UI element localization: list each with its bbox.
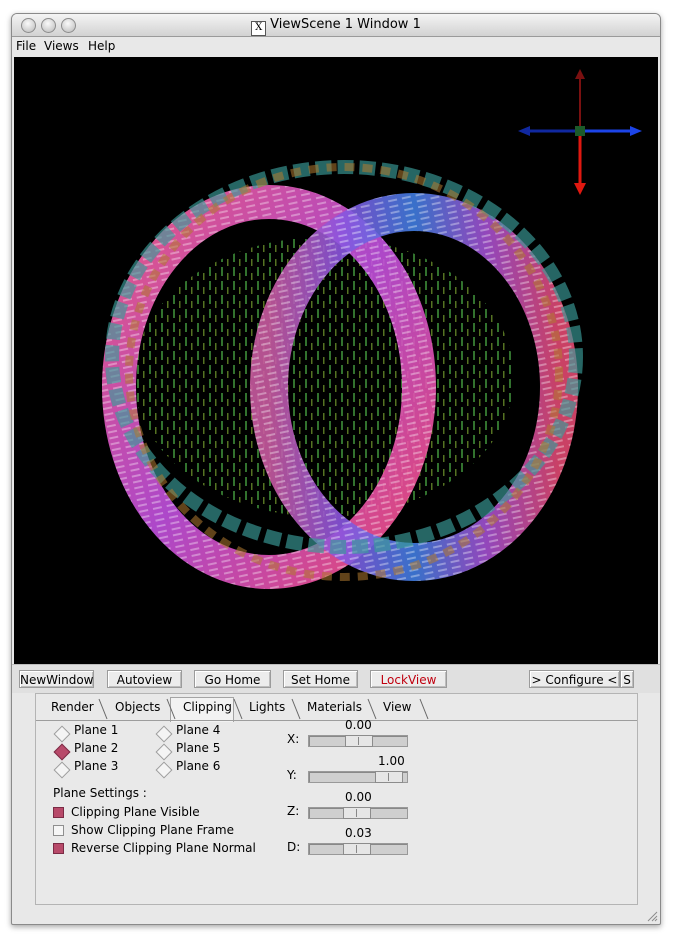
window-title: ViewScene 1 Window 1 xyxy=(270,17,421,32)
reverse-clipping-plane-normal-checkbox[interactable] xyxy=(53,843,64,854)
x11-icon: X xyxy=(251,21,267,36)
plane-2-label: Plane 2 xyxy=(74,741,119,755)
tab-separator xyxy=(291,698,301,720)
autoview-button[interactable]: Autoview xyxy=(107,670,182,688)
settings-panel: Render Objects Clipping Lights Materials… xyxy=(35,693,638,905)
x-slider-value: 0.00 xyxy=(345,718,372,732)
plane-4-label: Plane 4 xyxy=(176,723,221,737)
plane-6-radio[interactable] xyxy=(155,761,173,779)
tab-separator xyxy=(419,698,429,720)
title-bar[interactable]: X ViewScene 1 Window 1 xyxy=(12,14,660,37)
tab-clipping[interactable]: Clipping xyxy=(183,700,232,714)
s-button[interactable]: S xyxy=(620,670,634,688)
tab-materials[interactable]: Materials xyxy=(307,700,362,714)
set-home-button[interactable]: Set Home xyxy=(283,670,358,688)
tab-render[interactable]: Render xyxy=(51,700,94,714)
show-clipping-plane-frame-label: Show Clipping Plane Frame xyxy=(71,823,234,837)
x-slider-label: X: xyxy=(287,732,300,746)
tab-separator xyxy=(367,698,377,720)
z-slider-value: 0.00 xyxy=(345,790,372,804)
z-slider[interactable] xyxy=(308,807,408,819)
plane-1-label: Plane 1 xyxy=(74,723,119,737)
tab-view[interactable]: View xyxy=(383,700,411,714)
clipping-plane-visible-label: Clipping Plane Visible xyxy=(71,805,200,819)
menu-views[interactable]: Views xyxy=(44,39,79,53)
plane-5-radio[interactable] xyxy=(155,743,173,761)
menu-help[interactable]: Help xyxy=(88,39,115,53)
plane-5-label: Plane 5 xyxy=(176,741,221,755)
viewscene-window: X ViewScene 1 Window 1 File Views Help N… xyxy=(11,13,661,925)
show-clipping-plane-frame-checkbox[interactable] xyxy=(53,825,64,836)
d-slider-label: D: xyxy=(287,840,301,854)
plane-3-label: Plane 3 xyxy=(74,759,119,773)
clipping-plane-visible-checkbox[interactable] xyxy=(53,807,64,818)
plane-1-radio[interactable] xyxy=(53,725,71,743)
x-slider-thumb[interactable] xyxy=(345,735,373,747)
plane-3-radio[interactable] xyxy=(53,761,71,779)
d-slider-value: 0.03 xyxy=(345,826,372,840)
inner-vector-field xyxy=(134,237,514,517)
reverse-clipping-plane-normal-label: Reverse Clipping Plane Normal xyxy=(71,841,256,855)
tab-baseline xyxy=(36,720,637,721)
resize-grip-icon[interactable] xyxy=(646,910,658,922)
render-viewport[interactable] xyxy=(14,57,658,664)
view-toolbar: NewWindow Autoview Go Home Set Home Lock… xyxy=(12,664,660,693)
z-slider-label: Z: xyxy=(287,804,300,818)
plane-4-radio[interactable] xyxy=(155,725,173,743)
x-slider[interactable] xyxy=(308,735,408,747)
plane-settings-label: Plane Settings : xyxy=(53,786,147,800)
window-title-wrap: X ViewScene 1 Window 1 xyxy=(12,17,660,36)
tab-objects[interactable]: Objects xyxy=(115,700,160,714)
tab-separator xyxy=(98,698,108,720)
d-slider-thumb[interactable] xyxy=(343,843,371,855)
axes-widget-icon xyxy=(518,69,642,195)
y-slider-label: Y: xyxy=(287,768,297,782)
tab-separator xyxy=(166,698,176,720)
menu-bar: File Views Help xyxy=(12,37,660,57)
go-home-button[interactable]: Go Home xyxy=(194,670,271,688)
lockview-button[interactable]: LockView xyxy=(370,670,447,688)
d-slider[interactable] xyxy=(308,843,408,855)
menu-file[interactable]: File xyxy=(16,39,36,53)
z-slider-thumb[interactable] xyxy=(343,807,371,819)
y-slider[interactable] xyxy=(308,771,408,783)
plane-6-label: Plane 6 xyxy=(176,759,221,773)
tab-lights[interactable]: Lights xyxy=(249,700,285,714)
y-slider-thumb[interactable] xyxy=(375,771,403,783)
new-window-button[interactable]: NewWindow xyxy=(19,670,94,688)
tab-separator xyxy=(233,698,243,720)
plane-2-radio[interactable] xyxy=(53,743,71,761)
configure-button[interactable]: > Configure < xyxy=(529,670,620,688)
field-visualization xyxy=(102,69,642,589)
y-slider-value: 1.00 xyxy=(378,754,405,768)
